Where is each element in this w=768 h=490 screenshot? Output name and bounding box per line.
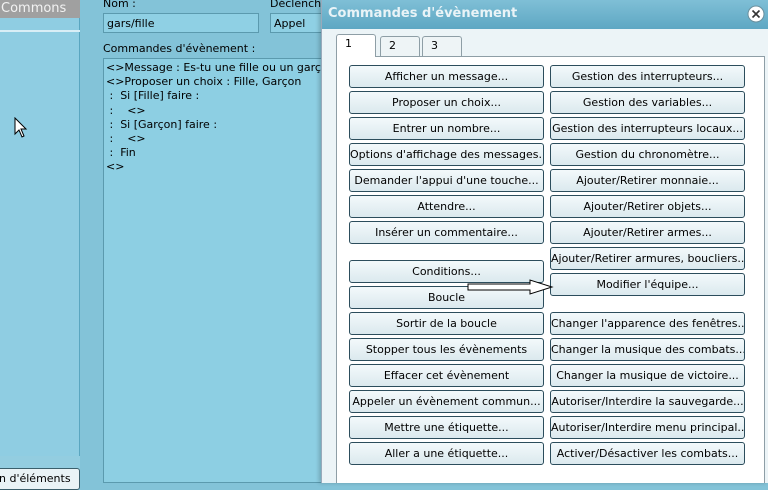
stop-all-events-button[interactable]: Stopper tous les évènements bbox=[349, 338, 544, 361]
break-loop-button[interactable]: Sortir de la boucle bbox=[349, 312, 544, 335]
erase-event-button[interactable]: Effacer cet évènement bbox=[349, 364, 544, 387]
close-button[interactable] bbox=[745, 4, 767, 24]
dialog-titlebar[interactable]: Commandes d'évènement bbox=[322, 0, 768, 29]
save-access-button[interactable]: Autoriser/Interdire la sauvegarde... bbox=[550, 390, 745, 413]
tab-1[interactable]: 1 bbox=[336, 34, 376, 57]
tab-3[interactable]: 3 bbox=[422, 36, 462, 56]
event-commands-dialog: Commandes d'évènement 1 2 3 Afficher un … bbox=[321, 0, 768, 483]
close-icon bbox=[747, 5, 765, 23]
command-line[interactable]: : <> bbox=[106, 104, 322, 118]
change-items-button[interactable]: Ajouter/Retirer objets... bbox=[550, 195, 745, 218]
insert-comment-button[interactable]: Insérer un commentaire... bbox=[349, 221, 544, 244]
dialog-title: Commandes d'évènement bbox=[328, 6, 518, 21]
name-label: Nom : bbox=[103, 0, 136, 10]
annotation-arrow-icon bbox=[467, 279, 554, 295]
show-choices-button[interactable]: Proposer un choix... bbox=[349, 91, 544, 114]
battle-music-button[interactable]: Changer la musique des combats... bbox=[550, 338, 745, 361]
command-list[interactable]: <>Message : Es-tu une fille ou un garçon… bbox=[103, 58, 341, 483]
commands-label: Commandes d'évènement : bbox=[103, 42, 256, 55]
change-gold-button[interactable]: Ajouter/Retirer monnaie... bbox=[550, 169, 745, 192]
encounter-toggle-button[interactable]: Activer/Désactiver les combats... bbox=[550, 442, 745, 465]
change-armors-button[interactable]: Ajouter/Retirer armures, boucliers... bbox=[550, 247, 745, 270]
command-line[interactable]: : Si [Garçon] faire : bbox=[106, 118, 322, 132]
command-line[interactable]: <>Proposer un choix : Fille, Garçon bbox=[106, 75, 322, 89]
menu-access-button[interactable]: Autoriser/Interdire menu principal... bbox=[550, 416, 745, 439]
trigger-label: Déclenche bbox=[270, 0, 328, 10]
input-number-button[interactable]: Entrer un nombre... bbox=[349, 117, 544, 140]
jump-to-label-button[interactable]: Aller a une étiquette... bbox=[349, 442, 544, 465]
left-panel-title: Commons bbox=[0, 0, 80, 18]
event-list-panel: Commons n d'éléments bbox=[0, 0, 80, 490]
wait-button[interactable]: Attendre... bbox=[349, 195, 544, 218]
command-line[interactable]: : Si [Fille] faire : bbox=[106, 89, 322, 103]
mouse-cursor-icon bbox=[14, 117, 28, 138]
switches-button[interactable]: Gestion des interrupteurs... bbox=[550, 65, 745, 88]
selected-event-row[interactable] bbox=[0, 30, 80, 32]
wait-for-key-button[interactable]: Demander l'appui d'une touche... bbox=[349, 169, 544, 192]
change-party-button[interactable]: Modifier l'équipe... bbox=[550, 273, 745, 296]
message-options-button[interactable]: Options d'affichage des messages... bbox=[349, 143, 544, 166]
local-switches-button[interactable]: Gestion des interrupteurs locaux... bbox=[550, 117, 745, 140]
victory-music-button[interactable]: Changer la musique de victoire... bbox=[550, 364, 745, 387]
command-line[interactable]: <> bbox=[106, 160, 322, 174]
show-message-button[interactable]: Afficher un message... bbox=[349, 65, 544, 88]
command-line[interactable]: : <> bbox=[106, 132, 322, 146]
tab-panel: Afficher un message... Proposer un choix… bbox=[336, 56, 765, 483]
name-input[interactable]: gars/fille bbox=[103, 13, 259, 33]
command-line[interactable]: <>Message : Es-tu une fille ou un garçon… bbox=[106, 61, 341, 75]
command-line[interactable]: : Fin bbox=[106, 146, 322, 160]
element-count-button[interactable]: n d'éléments bbox=[0, 468, 80, 490]
variables-button[interactable]: Gestion des variables... bbox=[550, 91, 745, 114]
tab-2[interactable]: 2 bbox=[380, 36, 420, 56]
call-common-event-button[interactable]: Appeler un évènement commun... bbox=[349, 390, 544, 413]
change-weapons-button[interactable]: Ajouter/Retirer armes... bbox=[550, 221, 745, 244]
window-skin-button[interactable]: Changer l'apparence des fenêtres... bbox=[550, 312, 745, 335]
set-label-button[interactable]: Mettre une étiquette... bbox=[349, 416, 544, 439]
event-list[interactable] bbox=[0, 18, 80, 456]
timer-button[interactable]: Gestion du chronomètre... bbox=[550, 143, 745, 166]
